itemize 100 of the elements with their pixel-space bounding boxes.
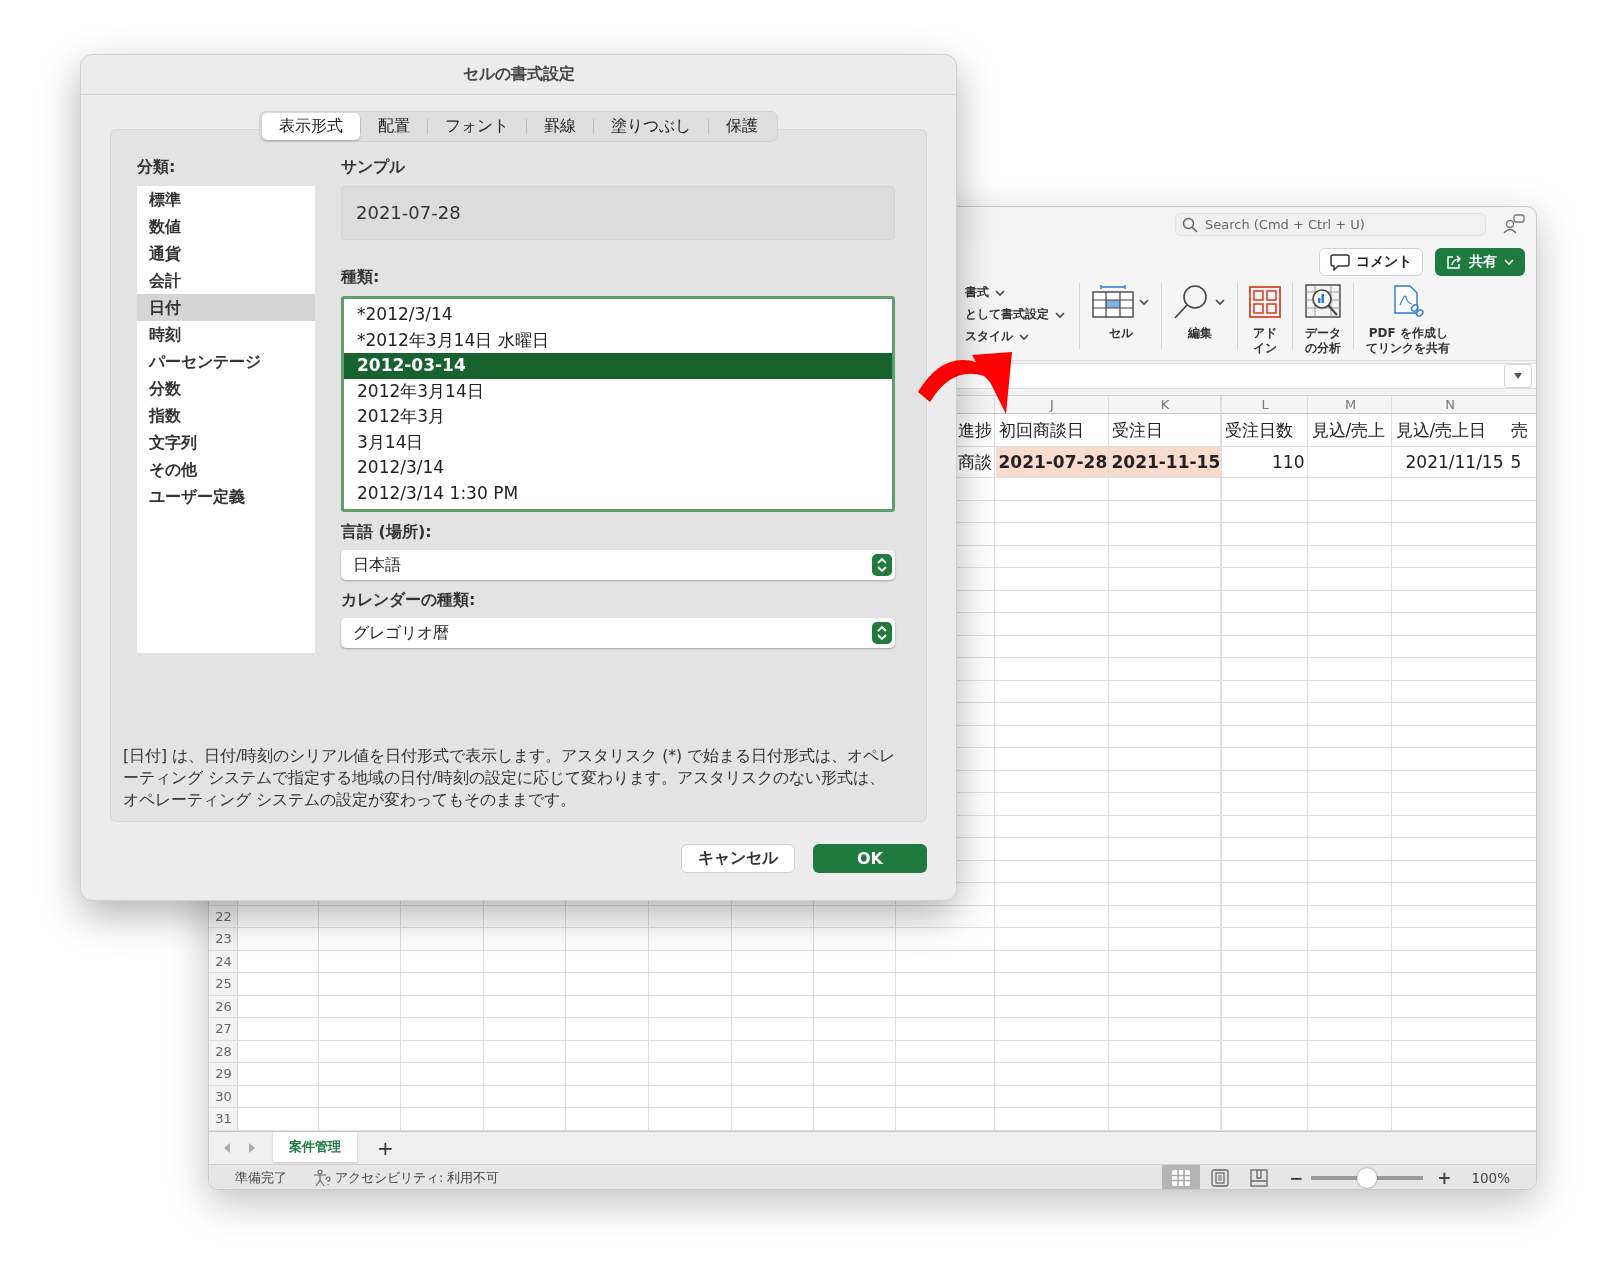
column-header[interactable]: M: [1308, 396, 1393, 414]
list-item[interactable]: 2012/3/14 1:30 PM: [344, 480, 892, 506]
list-item[interactable]: 会計: [137, 267, 315, 294]
row-number: 29: [214, 1065, 233, 1083]
person-bubble-icon[interactable]: [1503, 214, 1525, 234]
accessibility-icon[interactable]: [313, 1169, 331, 1187]
list-item[interactable]: 2012-03-14: [344, 353, 892, 379]
search-field[interactable]: Search (Cmd + Ctrl + U): [1175, 212, 1486, 236]
list-item[interactable]: 通貨: [137, 240, 315, 267]
column-header[interactable]: J: [995, 396, 1109, 414]
speech-bubble-icon: [1330, 253, 1350, 271]
zoom-level: 100%: [1471, 1170, 1510, 1186]
normal-view-button[interactable]: [1161, 1165, 1200, 1189]
table-cell-text: 商談: [956, 451, 993, 474]
ribbon-button[interactable]: データの分析: [1300, 281, 1347, 356]
field-label: 種類:: [341, 267, 381, 288]
category-list[interactable]: 標準 数値 通貨 会計 日付 時刻 パーセンテージ 分数 指数 文字列 その他 ユーザー定義: [137, 186, 315, 653]
arrow-right-icon[interactable]: [247, 1142, 257, 1154]
caret-icon: [1503, 257, 1515, 267]
zoom-in-button[interactable]: +: [1433, 1168, 1456, 1188]
table-cell-text: 受注日数: [1223, 419, 1294, 442]
caret-icon: [1018, 331, 1030, 342]
tab[interactable]: 配置: [361, 113, 427, 140]
table-cell-text: 受注日: [1110, 419, 1164, 442]
table-cell: 2021-07-28: [995, 447, 1108, 477]
list-item[interactable]: ユーザー定義: [137, 483, 315, 510]
list-item[interactable]: 3月14日: [344, 429, 892, 455]
caret-icon: [1214, 297, 1226, 307]
ribbon-button[interactable]: セル: [1087, 281, 1154, 341]
list-item[interactable]: その他: [137, 456, 315, 483]
tab[interactable]: 罫線: [527, 113, 593, 140]
field-label: 分類:: [137, 157, 177, 178]
slider-thumb[interactable]: [1357, 1168, 1378, 1188]
search-icon: [1182, 216, 1198, 233]
document-link-icon: [1391, 285, 1426, 319]
type-list[interactable]: *2012/3/14 *2012年3月14日 水曜日 2012-03-14 2012年3月14日 2012年3月 3月14日 2012/3/14 2012/3/14 1:30 PM: [341, 296, 895, 512]
table-cell-text: 進捗: [956, 419, 993, 442]
sample-preview: 2021-07-28: [341, 186, 895, 240]
row-number: 31: [214, 1110, 233, 1128]
arrow-left-icon[interactable]: [222, 1142, 232, 1154]
status-text[interactable]: アクセシビリティ: 利用不可: [335, 1169, 500, 1187]
list-item[interactable]: 時刻: [137, 321, 315, 348]
comment-button[interactable]: コメント: [1319, 248, 1423, 276]
row-number: 22: [214, 907, 233, 926]
caret-icon: [994, 287, 1006, 298]
ok-button[interactable]: OK: [813, 844, 927, 873]
list-item[interactable]: 分数: [137, 375, 315, 402]
caret-icon[interactable]: [1513, 372, 1523, 380]
table-cell-text: 110: [1271, 451, 1306, 474]
add-sheet-button[interactable]: +: [371, 1136, 400, 1160]
list-item[interactable]: パーセンテージ: [137, 348, 315, 375]
dropdown[interactable]: グレゴリオ暦: [341, 618, 895, 648]
list-item[interactable]: 2012年3月14日: [344, 378, 892, 404]
list-item[interactable]: 2012/3/14: [344, 455, 892, 481]
column-header[interactable]: K: [1108, 396, 1222, 414]
share-button[interactable]: 共有: [1435, 248, 1525, 276]
list-item[interactable]: 数値: [137, 213, 315, 240]
row-number: 26: [214, 997, 233, 1016]
table-cell: 2021-11-15: [1108, 447, 1221, 477]
row-number: 28: [214, 1042, 233, 1061]
list-item[interactable]: 2012年3月: [344, 404, 892, 430]
list-item[interactable]: 文字列: [137, 429, 315, 456]
ribbon-button[interactable]: PDF を作成してリンクを共有: [1361, 281, 1456, 356]
page-icon: [1209, 1169, 1230, 1187]
style-command[interactable]: 書式: [965, 285, 1006, 300]
zoom-out-button[interactable]: −: [1284, 1168, 1308, 1188]
table-cell-text: 見込/売上: [1310, 419, 1387, 442]
field-label: 言語 (場所):: [341, 522, 433, 543]
style-command[interactable]: スタイル: [965, 329, 1030, 344]
dialog-title: セルの書式設定: [81, 55, 956, 95]
table-cell-text: 2021/11/15: [1404, 451, 1505, 474]
list-item[interactable]: *2012/3/14: [344, 302, 892, 328]
tab[interactable]: 保護: [709, 113, 775, 140]
list-item[interactable]: 標準: [137, 186, 315, 213]
field-label: カレンダーの種類:: [341, 590, 477, 611]
table-cell-text: 5: [1509, 451, 1523, 474]
list-item[interactable]: 指数: [137, 402, 315, 429]
row-number: 30: [214, 1087, 233, 1106]
dropdown[interactable]: 日本語: [341, 550, 895, 580]
share-icon: [1445, 254, 1463, 270]
column-header[interactable]: N: [1392, 396, 1508, 414]
ribbon-button[interactable]: 編集: [1169, 281, 1230, 341]
page-break-icon: [1248, 1169, 1269, 1187]
row-number: 27: [214, 1020, 233, 1038]
column-header[interactable]: L: [1221, 396, 1309, 414]
field-label: サンプル: [341, 157, 406, 178]
grid-icon: [1170, 1169, 1191, 1187]
tab[interactable]: 表示形式: [262, 113, 360, 140]
tab[interactable]: 塗りつぶし: [594, 113, 708, 140]
list-item[interactable]: 日付: [137, 294, 315, 321]
table-cell-text: 初回商談日: [997, 419, 1085, 442]
stepper-icon: [872, 554, 892, 576]
ribbon-button[interactable]: アドイン: [1245, 281, 1285, 356]
cancel-button[interactable]: キャンセル: [681, 844, 795, 873]
list-item[interactable]: *2012年3月14日 水曜日: [344, 327, 892, 353]
row-number: 24: [214, 952, 233, 971]
table-cell-text: 見込/売上日: [1394, 419, 1488, 442]
sheet-tab[interactable]: 案件管理: [273, 1132, 357, 1162]
style-command[interactable]: として書式設定: [965, 307, 1066, 322]
tab[interactable]: フォント: [428, 113, 526, 140]
